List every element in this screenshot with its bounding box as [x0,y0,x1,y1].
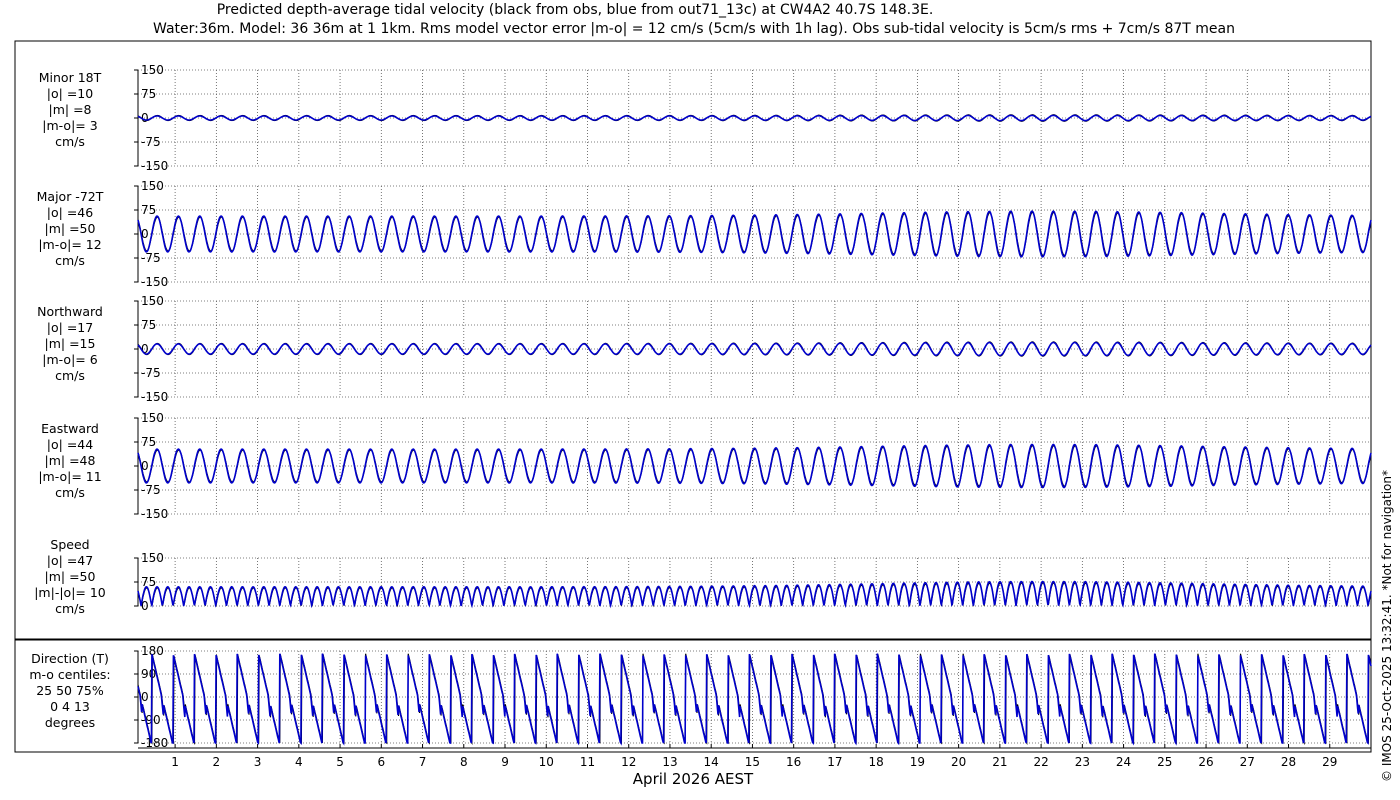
y-tick-label: 0 [141,690,149,704]
panel-label-line: |m-o|= 6 [42,352,97,367]
x-tick-label: 5 [336,755,344,769]
panel-eastward: 150750-75-150Eastward|o| =44|m| =48|m-o|… [38,411,1372,521]
y-tick-label: -150 [141,159,168,173]
x-tick-label: 17 [827,755,842,769]
x-tick-label: 10 [539,755,554,769]
x-tick-label: 18 [869,755,884,769]
x-tick-label: 16 [786,755,801,769]
y-tick-label: -75 [141,366,161,380]
panel-label-line: |o| =47 [47,553,93,568]
y-tick-label: -75 [141,135,161,149]
panel-label-line: m-o centiles: [29,667,110,682]
panel-label-line: |m-o|= 12 [38,237,101,252]
x-tick-label: 14 [704,755,719,769]
y-tick-label: 75 [141,435,156,449]
panel-label-line: |m| =8 [49,102,92,117]
panel-label-line: degrees [45,715,95,730]
y-tick-label: -75 [141,483,161,497]
panels-layer: 150750-75-150Minor 18T|o| =10|m| =8|m-o|… [29,63,1372,750]
panel-label-line: |m| =50 [45,569,96,584]
panel-label-line: cm/s [55,253,85,268]
y-tick-label: 150 [141,63,164,77]
x-tick-label: 25 [1157,755,1172,769]
y-tick-label: 75 [141,203,156,217]
y-tick-label: -75 [141,251,161,265]
copyright-note: © IMOS 25-Oct-2025 13:32:41. *Not for na… [1380,470,1394,782]
series-model-northward [137,341,1372,357]
x-tick-label: 27 [1240,755,1255,769]
lower-plot-frame [14,639,1372,753]
panel-label-line: |m| =48 [45,453,96,468]
panel-label-line: cm/s [55,368,85,383]
x-tick-label: 8 [460,755,468,769]
x-tick-label: 15 [745,755,760,769]
panel-label-line: |m| =15 [45,336,96,351]
upper-plot-frame [14,40,1372,640]
x-tick-label: 6 [377,755,385,769]
y-tick-label: 75 [141,318,156,332]
y-tick-label: -150 [141,390,168,404]
series-model-speed [137,580,1372,609]
x-tick-label: 3 [254,755,262,769]
x-tick-label: 2 [213,755,221,769]
panel-speed: 150750Speed|o| =47|m| =50|m|-|o|= 10cm/s [34,537,1372,616]
tidal-velocity-figure: Predicted depth-average tidal velocity (… [14,2,1394,788]
x-axis-label: April 2026 AEST [633,770,754,788]
panel-label-line: cm/s [55,601,85,616]
panel-label-line: |o| =17 [47,320,93,335]
x-tick-label: 12 [621,755,636,769]
panel-label-line: Eastward [41,421,99,436]
x-tick-label: 26 [1198,755,1213,769]
x-tick-label: 1 [171,755,179,769]
x-tick-label: 21 [992,755,1007,769]
panel-label-line: Major -72T [37,189,104,204]
panel-label-line: Minor 18T [39,70,102,85]
panel-label-line: Northward [37,304,103,319]
y-tick-label: 90 [141,667,156,681]
y-tick-label: 150 [141,551,164,565]
panel-direction: 180900-90-180Direction (T)m-o centiles:2… [29,644,1372,750]
panel-label-line: Speed [50,537,89,552]
x-tick-label: 29 [1322,755,1337,769]
x-tick-label: 11 [580,755,595,769]
figure-title-line2: Water:36m. Model: 36 36m at 1 1km. Rms m… [153,21,1235,37]
panel-label-line: |m-o|= 11 [38,469,101,484]
x-tick-label: 22 [1033,755,1048,769]
y-tick-label: -150 [141,275,168,289]
x-axis: 1 2 3 4 5 6 7 8 9 10 11 12 13 14 15 16 17 18 19 20 21 22 23 24 2… [138,744,1371,769]
panel-label-line: |o| =10 [47,86,93,101]
panel-label-line: 0 4 13 [50,699,90,714]
panel-label-line: cm/s [55,134,85,149]
x-tick-label: 9 [501,755,509,769]
series-model-eastward [137,443,1372,489]
panel-label-line: |m|-|o|= 10 [34,585,106,600]
series-model-major [137,210,1372,258]
y-tick-label: 75 [141,87,156,101]
x-tick-label: 7 [419,755,427,769]
panel-label-line: |m| =50 [45,221,96,236]
x-tick-label: 4 [295,755,303,769]
y-tick-label: 75 [141,575,156,589]
panel-label-line: cm/s [55,485,85,500]
y-tick-label: 150 [141,179,164,193]
x-tick-label: 24 [1116,755,1131,769]
x-tick-label: 23 [1075,755,1090,769]
panel-label-line: 25 50 75% [36,683,104,698]
panel-northward: 150750-75-150Northward|o| =17|m| =15|m-o… [37,294,1372,404]
panel-label-line: Direction (T) [31,651,109,666]
y-tick-label: -150 [141,507,168,521]
panel-minor: 150750-75-150Minor 18T|o| =10|m| =8|m-o|… [39,63,1372,173]
panel-label-line: |o| =44 [47,437,93,452]
y-tick-label: 150 [141,411,164,425]
figure-title-line1: Predicted depth-average tidal velocity (… [217,2,934,18]
x-tick-label: 20 [951,755,966,769]
x-tick-label: 19 [910,755,925,769]
panel-major: 150750-75-150Major -72T|o| =46|m| =50|m-… [37,179,1372,289]
x-tick-label: 28 [1281,755,1296,769]
panel-label-line: |m-o|= 3 [42,118,97,133]
series-model-minor [137,114,1372,122]
x-tick-label: 13 [662,755,677,769]
panel-label-line: |o| =46 [47,205,93,220]
y-tick-label: 150 [141,294,164,308]
